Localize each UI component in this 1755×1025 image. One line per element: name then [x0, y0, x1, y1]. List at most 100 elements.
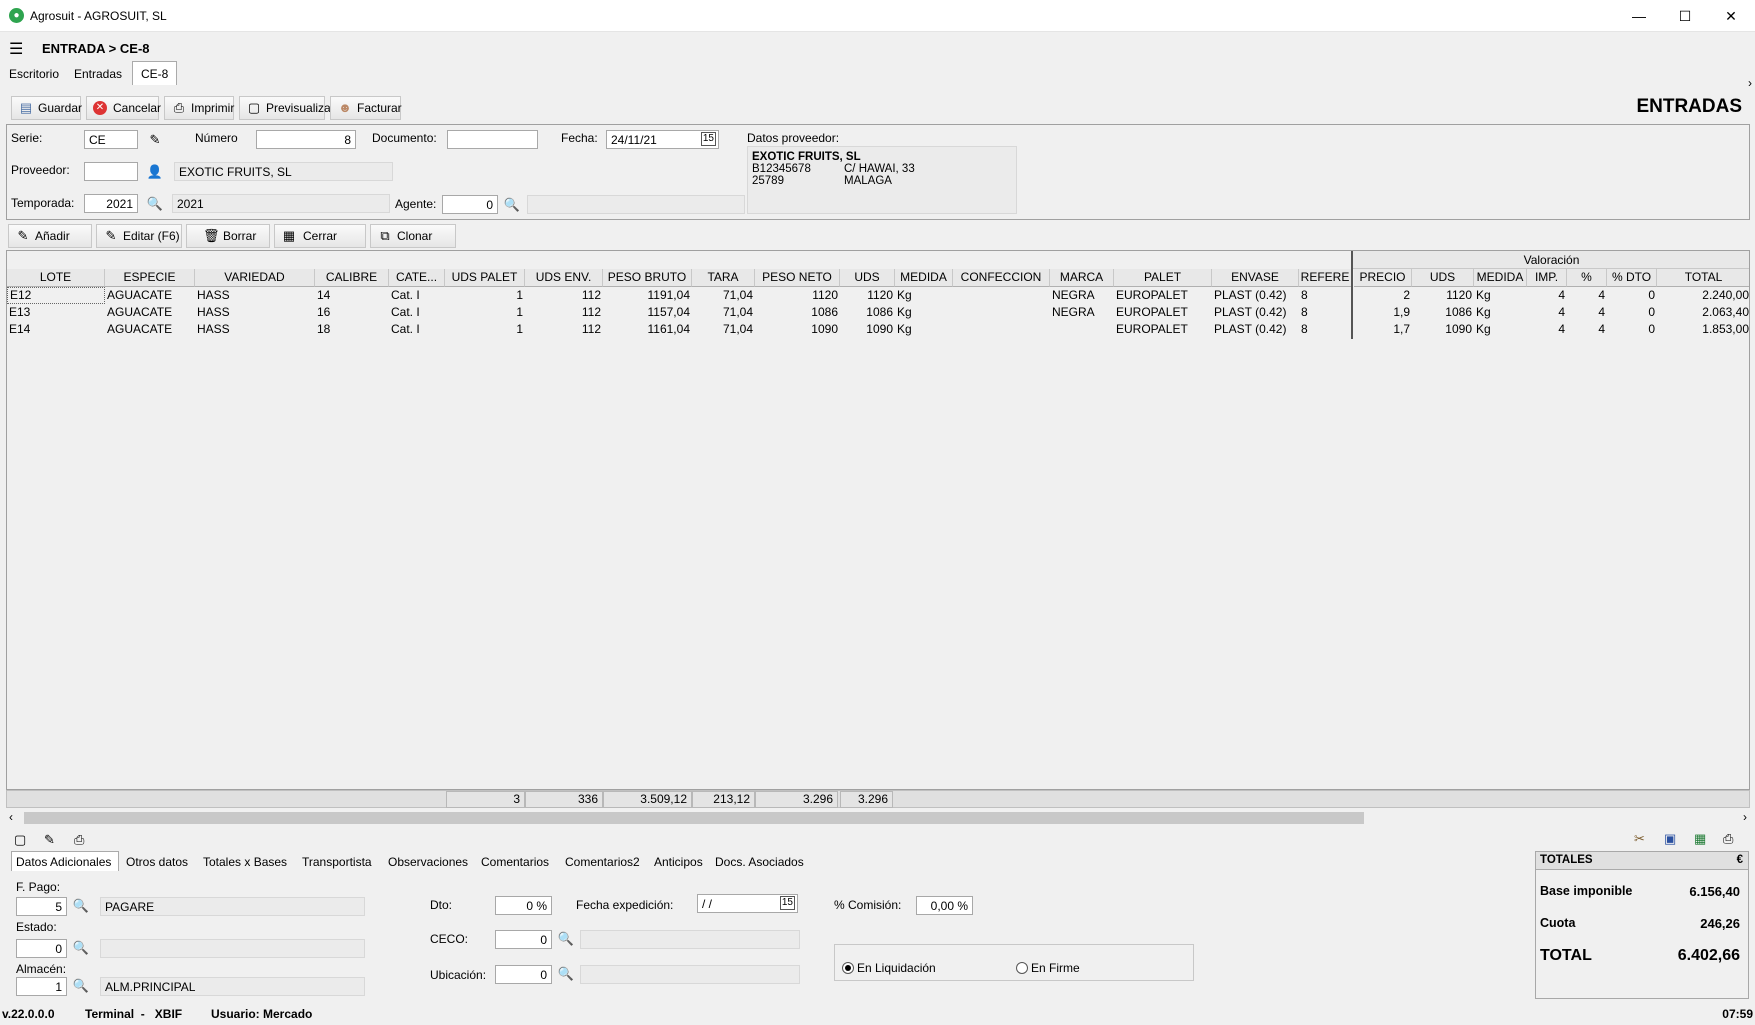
temporada-input[interactable]: 2021 [84, 194, 138, 213]
col-header-variedad-2[interactable]: VARIEDAD [195, 269, 315, 287]
horizontal-scrollbar[interactable]: ‹ › [6, 810, 1750, 826]
search-estado-icon[interactable]: 🔍 [71, 938, 91, 958]
col-header-envase-15[interactable]: ENVASE [1212, 269, 1299, 287]
ubicacion-input[interactable]: 0 [495, 965, 552, 984]
print-doc-icon[interactable]: ⎙ [74, 832, 84, 848]
scroll-right-icon[interactable]: › [1743, 810, 1747, 824]
table-row[interactable]: E13 AGUACATE HASS 16 Cat. I 1 112 1157,04 71,04 1… [7, 304, 1749, 321]
col-header-uds-10[interactable]: UDS [840, 269, 895, 287]
search-almacen-icon[interactable]: 🔍 [71, 976, 91, 996]
base-imponible-label: Base imponible [1540, 884, 1633, 898]
proveedor-code-input[interactable] [84, 162, 138, 181]
subtab-docs-asociados[interactable]: Docs. Asociados [715, 855, 804, 869]
fecha-input[interactable]: 24/11/21 15 [606, 130, 719, 149]
numero-input[interactable]: 8 [256, 130, 356, 149]
calendar-icon[interactable]: 15 [700, 132, 716, 146]
search-ubicacion-icon[interactable]: 🔍 [556, 964, 576, 984]
col-header-refere-16[interactable]: REFERE [1299, 269, 1352, 287]
save-icon: ▤ [19, 100, 33, 115]
col-header-peso-bruto-7[interactable]: PESO BRUTO [603, 269, 692, 287]
estado-input[interactable]: 0 [16, 939, 67, 958]
col-header-total-23[interactable]: TOTAL [1657, 269, 1749, 287]
col-header-medida-19[interactable]: MEDIDA [1474, 269, 1527, 287]
tab-scroll-icon[interactable]: › [1748, 76, 1752, 90]
search-temporada-icon[interactable]: 🔍 [145, 194, 165, 214]
radio-liquidacion-indicator[interactable] [842, 962, 854, 974]
total-peso-neto: 3.296 [755, 791, 838, 808]
agente-input[interactable]: 0 [442, 195, 498, 214]
edit-serie-icon[interactable]: ✎ [145, 130, 165, 150]
col-header-especie-1[interactable]: ESPECIE [105, 269, 195, 287]
preview-button[interactable]: ▢ Previsualizar [239, 96, 335, 120]
col-header-marca-13[interactable]: MARCA [1050, 269, 1114, 287]
radio-en-firme[interactable]: En Firme [1016, 961, 1080, 975]
serie-input[interactable]: CE [84, 130, 138, 149]
search-ceco-icon[interactable]: 🔍 [556, 929, 576, 949]
tools-icon[interactable]: ✂ [1634, 831, 1645, 847]
col-header-calibre-3[interactable]: CALIBRE [315, 269, 389, 287]
edit-line-button[interactable]: ✎ Editar (F6) [96, 224, 182, 248]
print-button[interactable]: ⎙ Imprimir [164, 96, 234, 120]
col-header-uds-18[interactable]: UDS [1412, 269, 1474, 287]
col-header-confeccion-12[interactable]: CONFECCION [953, 269, 1050, 287]
scroll-left-icon[interactable]: ‹ [9, 810, 13, 824]
disk-icon[interactable]: ▣ [1664, 831, 1676, 847]
table-row[interactable]: E14 AGUACATE HASS 18 Cat. I 1 112 1161,04 71,04 1… [7, 321, 1749, 338]
table-row[interactable]: E12 AGUACATE HASS 14 Cat. I 1 112 1191,04 71,04 1… [7, 287, 1749, 304]
cancel-button[interactable]: ✕ Cancelar [86, 96, 161, 120]
maximize-button[interactable]: ☐ [1662, 0, 1708, 32]
minimize-button[interactable]: — [1616, 0, 1662, 32]
calendar-expedicion-icon[interactable]: 15 [779, 896, 795, 910]
pallet-icon: ▦ [282, 228, 296, 243]
documento-input[interactable] [447, 130, 538, 149]
subtab-datos-adicionales[interactable]: Datos Adicionales [16, 855, 111, 869]
close-pallet-button[interactable]: ▦Cerrar Palet [274, 224, 366, 265]
delete-line-button[interactable]: 🗑 Borrar [186, 224, 270, 248]
subtab-comentarios[interactable]: Comentarios [481, 855, 549, 869]
col-header-peso-neto-9[interactable]: PESO NETO [755, 269, 840, 287]
scrollbar-thumb[interactable] [24, 812, 1364, 824]
hamburger-menu-icon[interactable]: ☰ [9, 39, 23, 59]
col-header-precio-17[interactable]: PRECIO [1354, 269, 1412, 287]
invoice-button[interactable]: ☻ Facturar [330, 96, 402, 120]
col-header-col-21[interactable]: % [1567, 269, 1607, 287]
excel-icon[interactable]: ▦ [1694, 831, 1706, 847]
dto-input[interactable]: 0 % [495, 896, 552, 915]
search-fpago-icon[interactable]: 🔍 [71, 896, 91, 916]
edit-doc-icon[interactable]: ✎ [44, 832, 55, 848]
col-header-uds-env-6[interactable]: UDS ENV. [525, 269, 603, 287]
table-cell: 1.853,00 [1702, 322, 1749, 336]
ceco-input[interactable]: 0 [495, 930, 552, 949]
radio-firme-indicator[interactable] [1016, 962, 1028, 974]
tab-escritorio[interactable]: Escritorio [1, 62, 67, 86]
col-header-imp-20[interactable]: IMP. [1527, 269, 1567, 287]
col-header-lote-0[interactable]: LOTE [7, 269, 105, 287]
new-doc-icon[interactable]: ▢ [14, 832, 26, 848]
tab-entradas[interactable]: Entradas [66, 62, 130, 86]
subtab-totales-x-bases[interactable]: Totales x Bases [203, 855, 287, 869]
almacen-input[interactable]: 1 [16, 977, 67, 996]
search-agente-icon[interactable]: 🔍 [502, 195, 522, 215]
col-header-medida-11[interactable]: MEDIDA [895, 269, 953, 287]
col-header-uds-palet-5[interactable]: UDS PALET [445, 269, 525, 287]
fpago-input[interactable]: 5 [16, 897, 67, 916]
subtab-transportista[interactable]: Transportista [302, 855, 372, 869]
save-button[interactable]: ▤ Guardar [11, 96, 82, 120]
tab-ce-8[interactable]: CE-8 [132, 61, 178, 85]
subtab-observaciones[interactable]: Observaciones [388, 855, 468, 869]
subtab-otros-datos[interactable]: Otros datos [126, 855, 188, 869]
clone-line-button[interactable]: ⧉Clonar (F5) [370, 224, 456, 265]
col-header-cate-4[interactable]: CATE... [389, 269, 445, 287]
comision-input[interactable]: 0,00 % [916, 896, 973, 915]
person-icon[interactable]: 👤 [145, 162, 165, 182]
close-button[interactable]: ✕ [1708, 0, 1754, 32]
add-line-button[interactable]: ✎Añadir (F2) [8, 224, 92, 265]
printer-small-icon[interactable]: ⎙ [1723, 831, 1733, 847]
fecha-expedicion-input[interactable]: / /15 [697, 894, 798, 913]
subtab-anticipos[interactable]: Anticipos [654, 855, 703, 869]
col-header-dto-22[interactable]: % DTO [1607, 269, 1657, 287]
col-header-tara-8[interactable]: TARA [692, 269, 755, 287]
subtab-comentarios2[interactable]: Comentarios2 [565, 855, 640, 869]
col-header-palet-14[interactable]: PALET [1114, 269, 1212, 287]
radio-en-liquidacion[interactable]: En Liquidación [842, 961, 936, 975]
